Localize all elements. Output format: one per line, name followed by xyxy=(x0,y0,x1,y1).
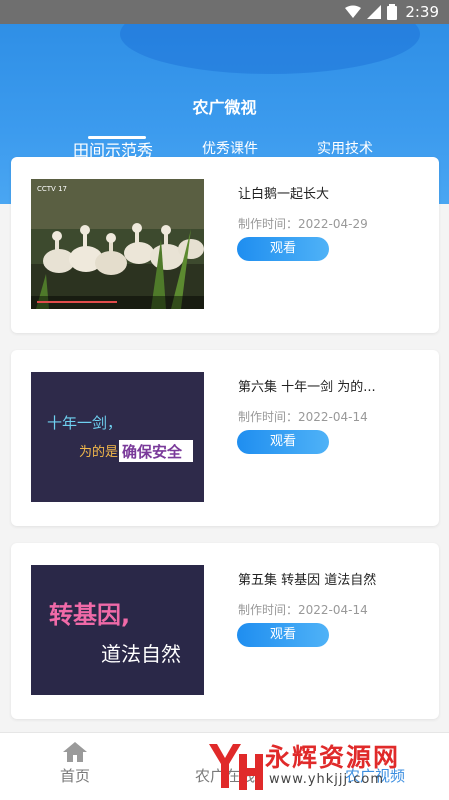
video-date: 制作时间：2022-04-14 xyxy=(238,410,368,424)
watch-button[interactable]: 观看 xyxy=(237,237,329,261)
video-date: 制作时间：2022-04-14 xyxy=(238,603,368,617)
watch-button[interactable]: 观看 xyxy=(237,623,329,647)
video-title[interactable]: 第五集 转基因 道法自然 xyxy=(238,569,376,588)
tab-courseware[interactable]: 优秀课件 xyxy=(202,138,258,158)
title-card-image: 十年一剑， 为的是 确保安全 xyxy=(31,372,204,502)
home-icon xyxy=(63,742,87,762)
svg-text:十年一剑，: 十年一剑， xyxy=(47,414,122,432)
svg-text:为的是: 为的是 xyxy=(79,444,118,460)
svg-text:转基因,: 转基因, xyxy=(49,601,130,629)
video-thumbnail[interactable]: 转基因, 道法自然 xyxy=(31,565,204,695)
watermark: 永辉资源网 www.yhkjjj.com xyxy=(205,738,449,800)
status-time: 2:39 xyxy=(405,3,439,21)
goose-scene-image: CCTV 17 xyxy=(31,179,204,309)
wifi-icon xyxy=(345,5,362,18)
watermark-text: 永辉资源网 xyxy=(265,743,401,772)
battery-icon xyxy=(387,4,398,20)
video-title[interactable]: 第六集 十年一剑 为的... xyxy=(238,376,376,395)
tab-practical-tech[interactable]: 实用技术 xyxy=(317,138,373,158)
status-icons xyxy=(345,4,398,20)
active-tab-indicator xyxy=(88,136,146,139)
video-thumbnail[interactable]: 十年一剑， 为的是 确保安全 xyxy=(31,372,204,502)
page-title: 农广微视 xyxy=(192,98,257,117)
video-card[interactable]: 十年一剑， 为的是 确保安全 第六集 十年一剑 为的... 制作时间：2022-… xyxy=(11,350,439,526)
title-card-image: 转基因, 道法自然 xyxy=(31,565,204,695)
svg-text:道法自然: 道法自然 xyxy=(101,642,181,666)
channel-logo: CCTV 17 xyxy=(37,185,67,193)
video-thumbnail[interactable]: CCTV 17 xyxy=(31,179,204,309)
video-date: 制作时间：2022-04-29 xyxy=(238,217,368,231)
watermark-url: www.yhkjjj.com xyxy=(269,772,385,787)
header-decoration xyxy=(120,24,420,74)
watch-button[interactable]: 观看 xyxy=(237,430,329,454)
nav-home[interactable]: 首页 xyxy=(50,741,100,786)
video-card[interactable]: CCTV 17 让白鹅一起长大 制作时间：2022-04-29 观看 xyxy=(11,157,439,333)
status-bar: 2:39 xyxy=(0,0,449,24)
watermark-logo xyxy=(209,744,263,790)
nav-home-label: 首页 xyxy=(59,767,90,785)
video-card[interactable]: 转基因, 道法自然 第五集 转基因 道法自然 制作时间：2022-04-14 观… xyxy=(11,543,439,719)
video-title[interactable]: 让白鹅一起长大 xyxy=(238,183,329,202)
svg-text:确保安全: 确保安全 xyxy=(122,443,183,461)
signal-icon xyxy=(367,5,382,19)
